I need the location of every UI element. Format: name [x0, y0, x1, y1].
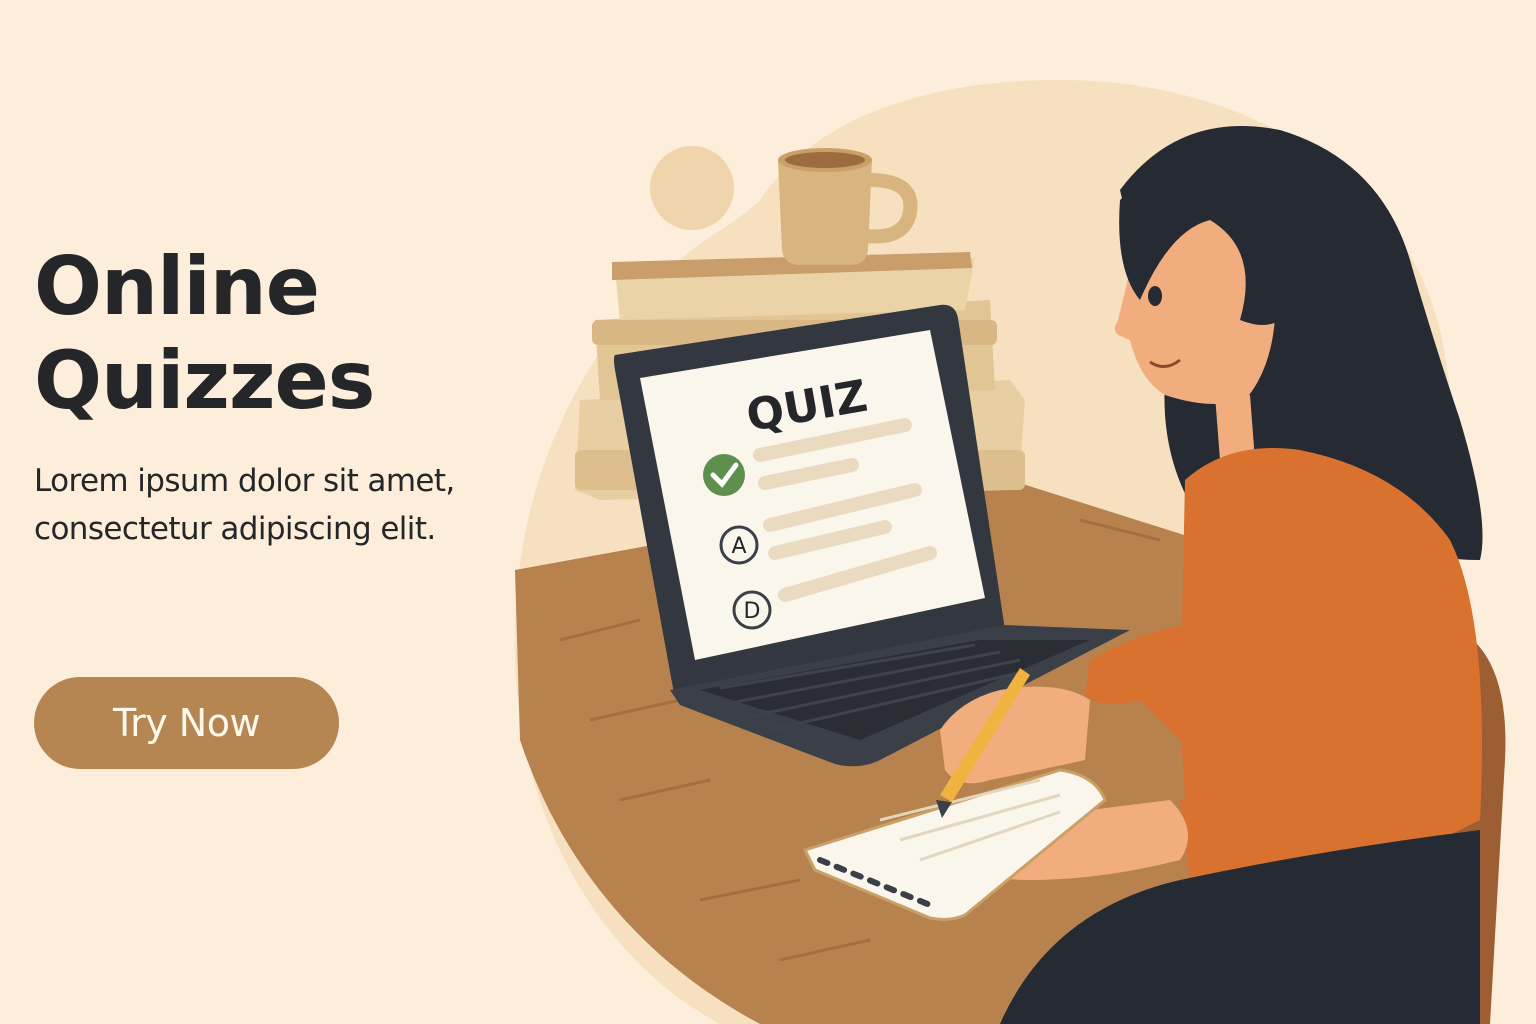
svg-text:D: D: [744, 599, 761, 624]
hero-subtitle: Lorem ipsum dolor sit amet, consectetur …: [34, 457, 554, 553]
hero-text-block: Online Quizzes Lorem ipsum dolor sit ame…: [34, 240, 554, 553]
hero-title-line: Online: [34, 240, 320, 333]
quiz-option-correct: [703, 454, 745, 496]
hero-subtitle-line: consectetur adipiscing elit.: [34, 510, 436, 547]
quiz-option-d: D: [732, 590, 772, 630]
hero-title: Online Quizzes: [34, 240, 554, 429]
hero-subtitle-line: Lorem ipsum dolor sit amet,: [34, 462, 455, 499]
try-now-button[interactable]: Try Now: [34, 677, 339, 769]
quiz-option-a: A: [719, 525, 759, 565]
hero-title-line: Quizzes: [34, 334, 375, 428]
svg-text:A: A: [731, 534, 746, 559]
quiz-title: QUIZ: [743, 371, 871, 442]
